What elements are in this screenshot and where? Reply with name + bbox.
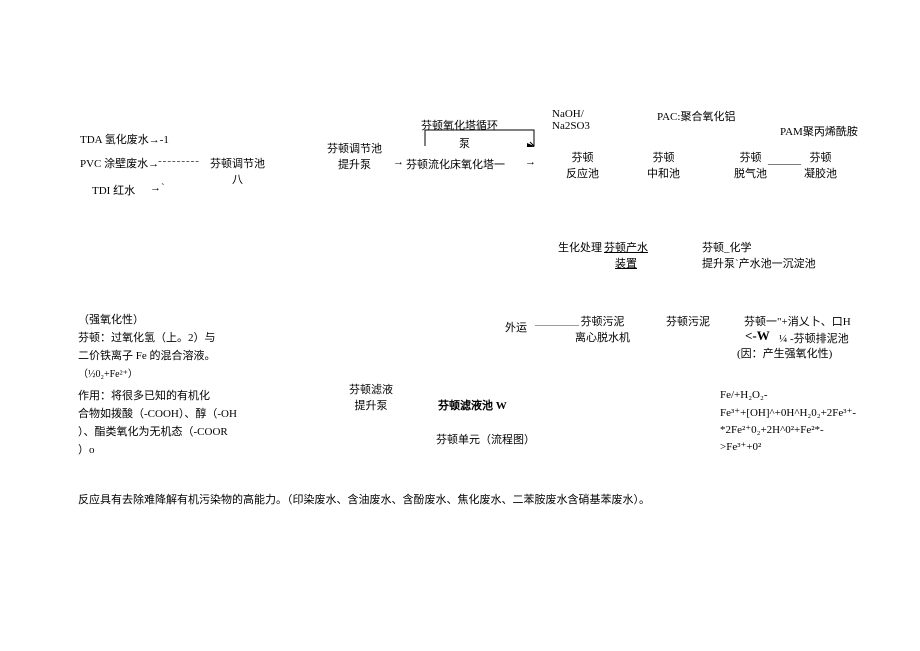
centrifuge: 芬顿污泥 离心脱水机 (575, 313, 630, 345)
naoh-label: NaOH/ Na2SO3 (552, 108, 590, 132)
filtrate-tank: 芬顿滤液池 W (438, 397, 507, 413)
pvc-dash: --------- (158, 155, 200, 167)
note-l4: （½0₂+Fe²⁺） (78, 365, 138, 380)
chem-label: 芬顿_化学 提升泵`产水池一沉淀池 (702, 239, 816, 271)
sludge-2: 芬顿污泥 (666, 313, 710, 329)
adjust-tank-2: 芬顿调节池 提升泵 (327, 140, 382, 172)
export-dash: ———— (535, 319, 579, 331)
tdi-arrow: →` (150, 182, 165, 194)
arrow-to-tower: → (393, 156, 404, 168)
degas-coag-line: ______ (768, 154, 801, 166)
pump-bracket-icon (424, 129, 536, 147)
bio-label: 生化处理 (558, 239, 602, 255)
slake-label: 芬顿一"+消乂卜、口H (744, 313, 851, 329)
fenton-water: 芬顿产水 装置 (604, 239, 648, 271)
adjust-tank-1: 芬顿调节池 八 (210, 155, 265, 187)
eq-2: Fe³⁺+[OH]^+0H^H₂0₂+2Fe³⁺- (720, 406, 856, 419)
note-l5: 作用：将很多已知的有机化 (78, 387, 210, 403)
note-l2: 芬顿：过氧化氢（上。2）与 (78, 329, 216, 345)
reason-label: (因：产生强氧化性) (737, 345, 832, 361)
note-l7: ）、酯类氧化为无机态（-COOR (78, 423, 228, 439)
eq-3: *2Fe²⁺0₂+2H^0²+Fe²*- (720, 423, 824, 436)
note-l1: （强氧化性） (78, 311, 144, 327)
fluid-tower: 芬顿流化床氧化塔一 (406, 156, 505, 172)
pac-label: PAC:聚合氧化铝 (657, 108, 735, 124)
footer-text: 反应具有去除难降解有机污染物的高能力。（印染废水、含油废水、含酚废水、焦化废水、… (78, 491, 650, 507)
pvc-input: PVC 涂壁废水→ (80, 155, 159, 171)
export-label: 外运 (505, 319, 527, 335)
degas-tank: 芬顿 脱气池 (734, 149, 767, 181)
tda-input: TDA 氢化废水→-1 (80, 131, 169, 147)
pam-label: PAM聚丙烯酰胺 (780, 123, 858, 139)
tdi-input: TDI 红水 (92, 182, 135, 198)
note-l8: ）o (78, 441, 95, 457)
eq-1: Fe/+H₂O₂- (720, 389, 767, 401)
eq-4: >Fe³⁺+0² (720, 440, 761, 453)
note-l6: 合物如拨酸（-COOH）、醇（-OH (78, 405, 237, 421)
arrow-after-tower: → (525, 156, 536, 168)
sludge-tank: ¼ -芬顿排泥池 (779, 330, 849, 346)
unit-title: 芬顿单元（流程图） (436, 431, 535, 447)
neutral-tank: 芬顿 中和池 (647, 149, 680, 181)
coag-tank: 芬顿 凝胶池 (804, 149, 837, 181)
filtrate-lift: 芬顿滤液 提升泵 (349, 381, 393, 413)
w-arrow: <-W (745, 328, 770, 344)
react-tank: 芬顿 反应池 (566, 149, 599, 181)
note-l3: 二价铁离子 Fe 的混合溶液。 (78, 347, 216, 363)
